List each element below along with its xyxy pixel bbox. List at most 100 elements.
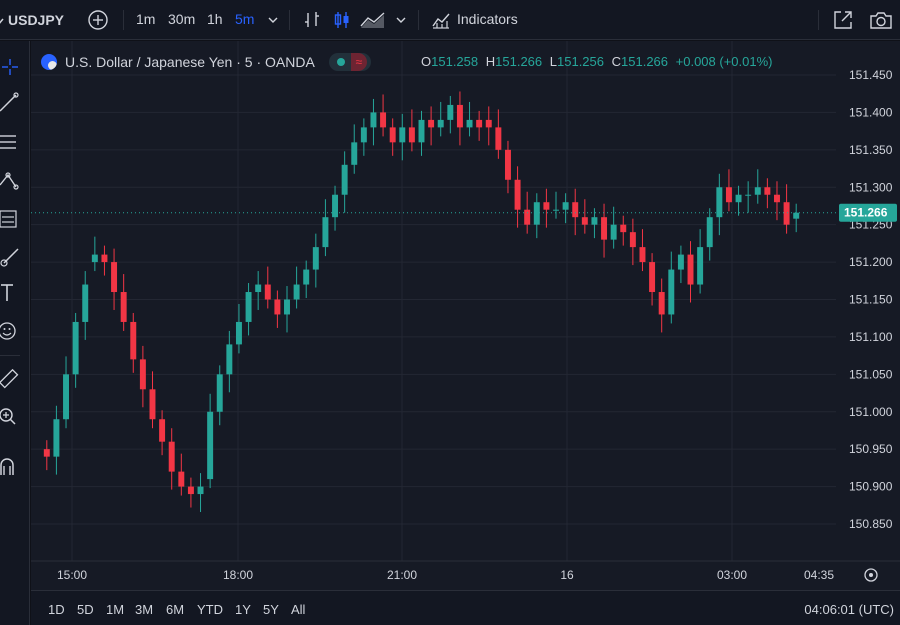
open-key: O xyxy=(421,54,432,69)
candle-body xyxy=(793,212,800,219)
candle-body xyxy=(476,119,483,128)
brush-icon[interactable] xyxy=(0,245,24,269)
candle-body xyxy=(187,486,194,495)
y-tick-label: 151.000 xyxy=(849,405,893,419)
zoom-in-icon[interactable] xyxy=(0,405,24,429)
candle-body xyxy=(687,254,694,285)
emoji-icon[interactable] xyxy=(0,319,24,343)
text-tool-icon[interactable] xyxy=(0,281,24,305)
x-tick-label: 03:00 xyxy=(717,568,747,582)
wave-icon: ≈ xyxy=(350,53,367,71)
candle-body xyxy=(53,419,60,457)
range-5y[interactable]: 5Y xyxy=(263,602,279,617)
forecast-icon[interactable] xyxy=(0,207,24,231)
low-value: 151.256 xyxy=(557,54,604,69)
candle-body xyxy=(245,292,252,322)
candle-body xyxy=(322,217,329,248)
range-6m[interactable]: 6M xyxy=(166,602,184,617)
high-value: 151.266 xyxy=(495,54,543,69)
range-1d[interactable]: 1D xyxy=(48,602,65,617)
candle-body xyxy=(293,284,300,300)
settings-gear-icon xyxy=(869,573,873,577)
candle-body xyxy=(725,187,732,203)
market-status-pill[interactable]: ≈ xyxy=(328,53,371,71)
range-1y[interactable]: 1Y xyxy=(235,602,251,617)
candle-body xyxy=(610,224,617,240)
candle-body xyxy=(533,202,540,225)
candle-body xyxy=(629,232,636,248)
candle-body xyxy=(774,194,780,203)
candle-body xyxy=(591,217,598,225)
chart-legend: U.S. Dollar / Japanese Yen · 5 · OANDA ≈ xyxy=(41,52,371,72)
candle-body xyxy=(303,269,310,285)
area-chart-type-icon[interactable] xyxy=(360,10,386,30)
range-ytd[interactable]: YTD xyxy=(197,602,223,617)
y-tick-label: 151.400 xyxy=(849,105,893,119)
candle-body xyxy=(764,187,771,195)
candle-body xyxy=(101,254,108,263)
candle-body xyxy=(783,202,790,225)
range-5d[interactable]: 5D xyxy=(77,602,94,617)
candle-body xyxy=(149,389,156,420)
fullscreen-icon[interactable] xyxy=(832,9,854,31)
candle-body xyxy=(408,127,415,143)
interval-1m[interactable]: 1m xyxy=(136,11,155,27)
candle-body xyxy=(553,209,559,211)
candle-body xyxy=(668,269,675,315)
range-1m[interactable]: 1M xyxy=(106,602,124,617)
interval-5m[interactable]: 5m xyxy=(235,11,254,27)
symbol-name[interactable]: USDJPY xyxy=(8,12,64,28)
candle-body xyxy=(514,179,521,210)
trend-line-icon[interactable] xyxy=(0,91,24,115)
candle-body xyxy=(178,471,185,487)
y-tick-label: 150.900 xyxy=(849,480,893,494)
symbol-title[interactable]: U.S. Dollar / Japanese Yen · 5 · OANDA xyxy=(65,54,315,70)
magnet-icon[interactable] xyxy=(0,455,24,479)
price-chart[interactable]: 151.450151.400151.350151.300151.250151.2… xyxy=(31,41,900,590)
candle-body xyxy=(485,119,492,128)
candle-body xyxy=(332,194,339,218)
candle-body xyxy=(63,374,69,420)
x-tick-label: 04:35 xyxy=(804,568,834,582)
fib-retracement-icon[interactable] xyxy=(0,131,24,155)
ruler-icon[interactable] xyxy=(0,367,24,391)
candle-body xyxy=(524,209,531,225)
range-all[interactable]: All xyxy=(291,602,305,617)
range-3m[interactable]: 3M xyxy=(135,602,153,617)
candle-body xyxy=(601,217,608,240)
camera-icon[interactable] xyxy=(869,10,893,30)
bars-chart-type-icon[interactable] xyxy=(303,10,321,30)
candle-body xyxy=(312,247,319,270)
interval-30m[interactable]: 30m xyxy=(168,11,195,27)
candle-body xyxy=(216,374,223,412)
indicators-button[interactable]: Indicators xyxy=(457,11,518,27)
interval-1h[interactable]: 1h xyxy=(207,11,223,27)
candle-body xyxy=(341,164,348,195)
compare-add-icon[interactable] xyxy=(87,9,109,31)
candle-body xyxy=(495,127,502,150)
crosshair-icon[interactable] xyxy=(0,55,24,79)
candle-body xyxy=(43,449,50,457)
chevron-down-icon[interactable] xyxy=(268,16,278,24)
y-tick-label: 150.950 xyxy=(849,442,893,456)
close-key: C xyxy=(611,54,622,69)
toolbar-divider xyxy=(123,10,124,30)
y-tick-label: 151.450 xyxy=(849,68,893,82)
patterns-icon[interactable] xyxy=(0,169,24,193)
indicators-icon[interactable] xyxy=(431,10,451,30)
candle-body xyxy=(226,344,233,375)
chevron-down-icon[interactable] xyxy=(396,16,406,24)
candle-body xyxy=(111,262,118,293)
candle-body xyxy=(197,486,204,495)
utc-clock[interactable]: 04:06:01 (UTC) xyxy=(804,602,894,617)
bottom-toolbar: 1D 5D 1M 3M 6M YTD 1Y 5Y All 04:06:01 (U… xyxy=(31,590,900,625)
candle-body xyxy=(697,247,704,285)
candle-body xyxy=(466,119,473,128)
x-tick-label: 15:00 xyxy=(57,568,87,582)
currency-flag-icon xyxy=(41,54,57,70)
chart-pane[interactable]: 151.450 151.400 151.350 151.300 151.250 151.2… xyxy=(31,41,900,590)
low-key: L xyxy=(549,54,557,69)
toolbar-divider xyxy=(418,10,419,30)
market-open-icon xyxy=(336,58,345,66)
candles-chart-type-icon[interactable] xyxy=(333,10,351,30)
